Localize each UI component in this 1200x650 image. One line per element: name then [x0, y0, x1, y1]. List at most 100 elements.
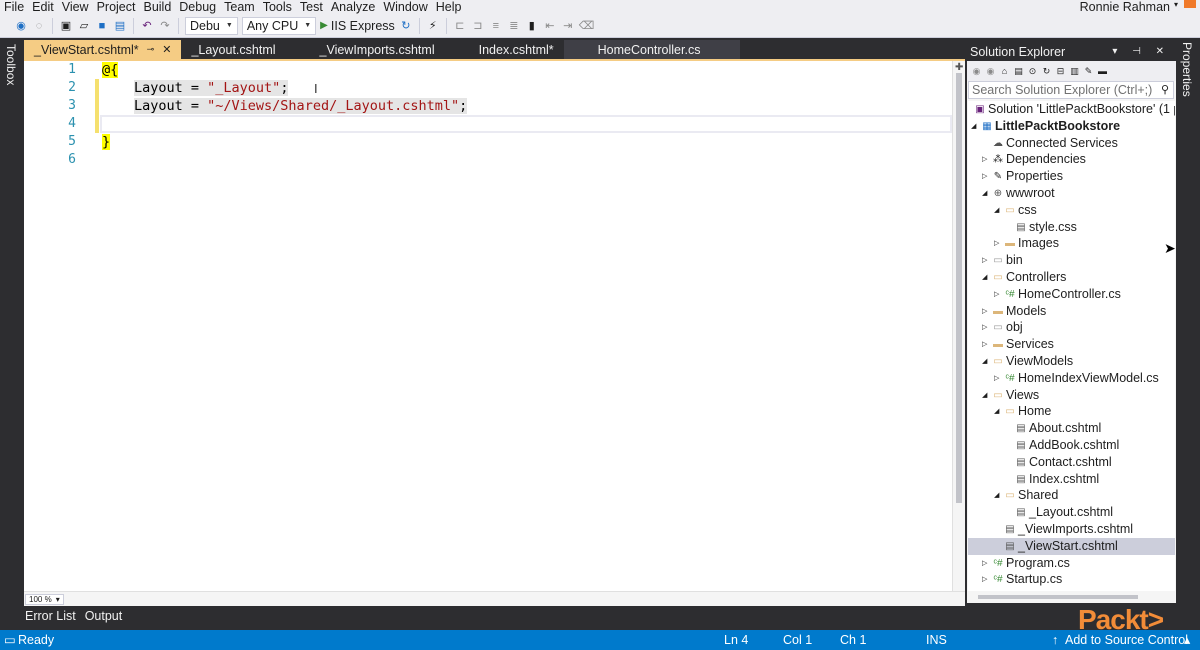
sync-icon[interactable]: ↻: [1041, 64, 1052, 78]
project-node[interactable]: ◢ ▦ LittlePacktBookstore: [968, 118, 1175, 135]
solution-tree[interactable]: ▣ Solution 'LittlePacktBookstore' (1 pr ◢ ▦…: [968, 101, 1175, 591]
file-node[interactable]: ▤ Index.cshtml: [968, 471, 1175, 488]
folder-node[interactable]: ◢ ▭ css: [968, 202, 1175, 219]
collapsed-arrow-icon[interactable]: ▷: [982, 336, 987, 353]
switch-views-icon[interactable]: ▤: [1013, 64, 1024, 78]
folder-node[interactable]: ▷ ▬ Images: [968, 235, 1175, 252]
solution-explorer-scrollbar[interactable]: [968, 591, 1175, 603]
forward-icon[interactable]: ◉: [985, 64, 996, 78]
zoom-select[interactable]: 100 % ▾: [25, 594, 64, 605]
user-name[interactable]: Ronnie Rahman: [1080, 0, 1170, 14]
collapsed-arrow-icon[interactable]: ▷: [982, 319, 987, 336]
file-node[interactable]: ▤ AddBook.cshtml: [968, 437, 1175, 454]
platform-select[interactable]: Any CPU ▼: [241, 16, 317, 35]
collapsed-arrow-icon[interactable]: ▷: [994, 370, 999, 387]
collapsed-arrow-icon[interactable]: ▷: [982, 168, 987, 185]
collapsed-arrow-icon[interactable]: ▷: [994, 235, 999, 252]
save-icon[interactable]: ■: [95, 19, 109, 33]
comment-icon[interactable]: ≡: [489, 19, 503, 33]
find-files-icon[interactable]: ⊐: [471, 19, 485, 33]
file-node[interactable]: ▤ _ViewStart.cshtml: [968, 537, 1175, 555]
refresh-icon[interactable]: ↻: [399, 19, 413, 33]
menu-debug[interactable]: Debug: [175, 0, 220, 14]
browser-link-icon[interactable]: ⚡: [426, 19, 440, 33]
collapsed-arrow-icon[interactable]: ▷: [982, 303, 987, 320]
code-editor[interactable]: 1 2 3 4 5 6 @{ Layout = "_Layout"; Layou…: [24, 61, 965, 606]
folder-node[interactable]: ▷ ▬ Services: [968, 336, 1175, 353]
tab-viewstart[interactable]: _ViewStart.cshtml* ⊸ ✕: [24, 40, 182, 59]
menu-project[interactable]: Project: [93, 0, 140, 14]
tree-node[interactable]: ▷ ✎ Properties: [968, 168, 1175, 185]
expanded-arrow-icon[interactable]: ◢: [994, 487, 999, 504]
menu-help[interactable]: Help: [432, 0, 466, 14]
file-node[interactable]: ▷ ᶜ# HomeIndexViewModel.cs: [968, 370, 1175, 387]
menu-view[interactable]: View: [58, 0, 93, 14]
collapsed-arrow-icon[interactable]: ▷: [994, 286, 999, 303]
tab-index[interactable]: Index.cshtml*: [444, 40, 564, 59]
file-node[interactable]: ▷ ᶜ# HomeController.cs: [968, 286, 1175, 303]
collapsed-arrow-icon[interactable]: ▷: [982, 555, 987, 572]
undo-icon[interactable]: ↶: [140, 19, 154, 33]
home-icon[interactable]: ⌂: [999, 64, 1010, 78]
folder-node[interactable]: ▷ ▭ bin: [968, 252, 1175, 269]
expanded-arrow-icon[interactable]: ◢: [982, 185, 987, 202]
new-project-icon[interactable]: ▣: [59, 19, 73, 33]
run-button[interactable]: ▶ IIS Express: [320, 19, 395, 33]
collapsed-arrow-icon[interactable]: ▷: [982, 571, 987, 588]
collapse-all-icon[interactable]: ⊟: [1055, 64, 1066, 78]
chevron-up-icon[interactable]: ▴: [1184, 630, 1190, 650]
prev-bookmark-icon[interactable]: ⇤: [543, 19, 557, 33]
expanded-arrow-icon[interactable]: ◢: [982, 353, 987, 370]
scrollbar-thumb[interactable]: [956, 73, 962, 503]
scrollbar-thumb[interactable]: [978, 595, 1138, 599]
back-icon[interactable]: ◉: [14, 19, 28, 33]
tab-error-list[interactable]: Error List: [24, 609, 76, 623]
tab-viewimports[interactable]: _ViewImports.cshtml: [285, 40, 445, 59]
folder-node[interactable]: ◢ ▭ Views: [968, 387, 1175, 404]
tab-layout[interactable]: _Layout.cshtml: [181, 40, 286, 59]
pin-icon[interactable]: ⊸: [147, 44, 155, 55]
pending-changes-icon[interactable]: ⊙: [1027, 64, 1038, 78]
bookmark-icon[interactable]: ▮: [525, 19, 539, 33]
save-all-icon[interactable]: ▤: [113, 19, 127, 33]
collapsed-arrow-icon[interactable]: ▷: [982, 151, 987, 168]
properties-tab[interactable]: Properties: [1180, 42, 1194, 97]
expanded-arrow-icon[interactable]: ◢: [971, 118, 976, 135]
menu-file[interactable]: File: [0, 0, 28, 14]
file-node[interactable]: ▤ About.cshtml: [968, 420, 1175, 437]
folder-node[interactable]: ◢ ▭ ViewModels: [968, 353, 1175, 370]
menu-window[interactable]: Window: [379, 0, 431, 14]
editor-horizontal-scrollbar[interactable]: 100 % ▾: [24, 591, 965, 606]
folder-node[interactable]: ▷ ▭ obj: [968, 319, 1175, 336]
find-icon[interactable]: ⊏: [453, 19, 467, 33]
file-node[interactable]: ▤ style.css: [968, 219, 1175, 236]
folder-node[interactable]: ◢ ▭ Home: [968, 403, 1175, 420]
collapsed-arrow-icon[interactable]: ▷: [982, 252, 987, 269]
tab-homecontroller[interactable]: HomeController.cs: [563, 40, 741, 59]
preview-icon[interactable]: ▬: [1097, 64, 1108, 78]
feedback-icon[interactable]: [1184, 0, 1196, 8]
solution-node[interactable]: ▣ Solution 'LittlePacktBookstore' (1 pr: [968, 101, 1175, 118]
folder-node[interactable]: ▷ ▬ Models: [968, 303, 1175, 320]
redo-icon[interactable]: ↷: [158, 19, 172, 33]
panel-controls[interactable]: ▾ ⊣ ✕: [1112, 43, 1170, 61]
menu-tools[interactable]: Tools: [259, 0, 296, 14]
split-icon[interactable]: ✚: [955, 62, 963, 73]
back-icon[interactable]: ◉: [971, 64, 982, 78]
uncomment-icon[interactable]: ≣: [507, 19, 521, 33]
clear-bookmarks-icon[interactable]: ⌫: [579, 19, 595, 33]
folder-node[interactable]: ◢ ▭ Shared: [968, 487, 1175, 504]
menu-edit[interactable]: Edit: [28, 0, 58, 14]
configuration-select[interactable]: Debu ▼: [185, 16, 238, 35]
toolbox-tab[interactable]: Toolbox: [4, 44, 18, 85]
menu-build[interactable]: Build: [139, 0, 175, 14]
solution-search-input[interactable]: Search Solution Explorer (Ctrl+;) ⚲: [968, 81, 1174, 99]
file-node[interactable]: ▷ ᶜ# Program.cs: [968, 555, 1175, 572]
tree-node[interactable]: ◢ ⊕ wwwroot: [968, 185, 1175, 202]
file-node[interactable]: ▤ _Layout.cshtml: [968, 504, 1175, 521]
next-bookmark-icon[interactable]: ⇥: [561, 19, 575, 33]
file-node[interactable]: ▤ Contact.cshtml: [968, 454, 1175, 471]
file-node[interactable]: ▷ ᶜ# Startup.cs: [968, 571, 1175, 588]
expanded-arrow-icon[interactable]: ◢: [982, 387, 987, 404]
search-icon[interactable]: ⚲: [1161, 82, 1169, 98]
